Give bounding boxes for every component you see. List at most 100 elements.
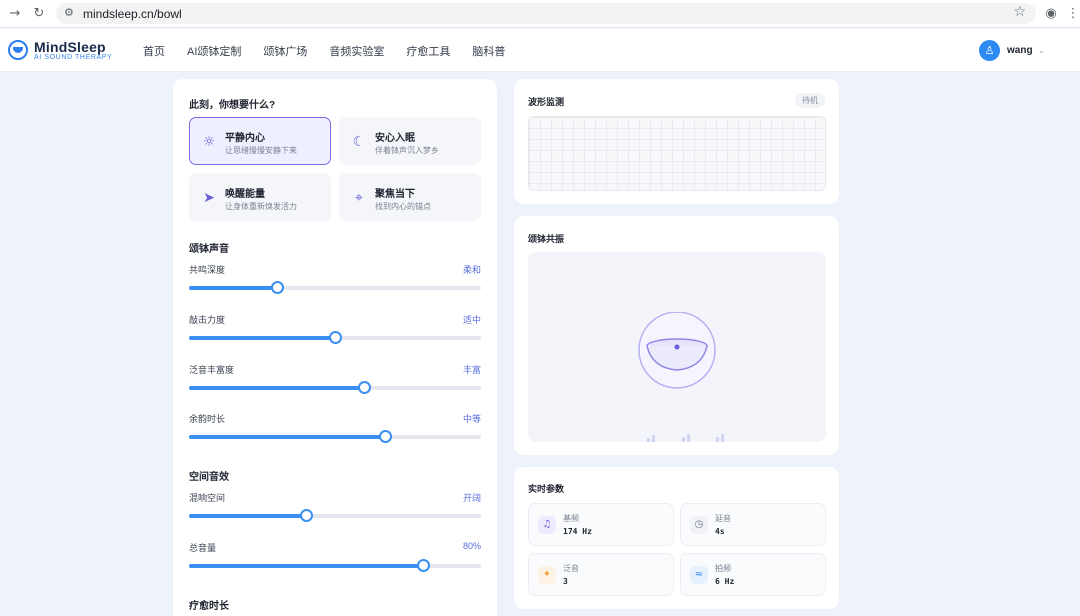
mood-option-focus[interactable]: ⌖ 聚焦当下 找到内心的锚点 xyxy=(339,173,481,221)
sparkle-icon: ✦ xyxy=(538,566,556,584)
singing-bowl-icon xyxy=(638,312,716,389)
section-title-spatial: 空间音效 xyxy=(189,472,229,483)
section-title-duration: 疗愈时长 xyxy=(189,601,229,612)
mood-question: 此刻，你想要什么? xyxy=(189,100,276,111)
param-beat-frequency: ≈ 拍频 6 Hz xyxy=(680,553,826,596)
slider-thumb[interactable] xyxy=(416,559,430,572)
slider-label: 余韵时长 xyxy=(189,414,226,424)
more-menu-icon[interactable]: ⋮ xyxy=(1064,5,1080,23)
slider-track[interactable] xyxy=(189,331,481,344)
brand-name: MindSleep xyxy=(34,39,106,55)
mood-option-calm[interactable]: ☼ 平静内心 让思绪慢慢安静下来 xyxy=(189,117,331,165)
param-label: 泛音 xyxy=(563,564,579,573)
slider-label: 总音量 xyxy=(189,543,217,553)
sun-icon: ☼ xyxy=(202,134,216,150)
music-note-icon: ♫ xyxy=(538,516,556,534)
mood-subtitle: 伴着钵声沉入梦乡 xyxy=(375,146,439,155)
forward-icon[interactable]: → xyxy=(6,5,24,23)
param-value: 4s xyxy=(715,527,725,536)
wave-icon: ≈ xyxy=(690,566,708,584)
slider-label: 敲击力度 xyxy=(189,315,226,325)
slider-fill xyxy=(189,564,423,568)
spectrum-bar xyxy=(716,437,719,442)
crosshair-icon: ⌖ xyxy=(355,190,363,206)
resonance-visual xyxy=(528,252,826,442)
param-value: 3 xyxy=(563,577,568,586)
param-value: 174 Hz xyxy=(563,527,592,536)
spectrum-bar xyxy=(647,438,650,442)
waveform-monitor-card: 波形监测 待机 xyxy=(514,79,839,204)
param-label: 延音 xyxy=(715,514,731,523)
nav-home[interactable]: 首页 xyxy=(143,43,165,59)
slider-thumb[interactable] xyxy=(358,381,372,394)
reload-icon[interactable]: ↻ xyxy=(30,5,48,23)
resonance-title: 颂钵共振 xyxy=(528,234,565,244)
nav-healing-tools[interactable]: 疗愈工具 xyxy=(406,43,450,59)
slider-track[interactable] xyxy=(189,509,481,522)
status-badge: 待机 xyxy=(795,93,825,108)
slider-fill xyxy=(189,286,277,290)
browser-toolbar: → ↻ ⚙ mindsleep.cn/bowl ☆ ◉ ⋮ xyxy=(0,0,1080,28)
app-header: MindSleep AI SOUND THERAPY 首页 AI颂钵定制 颂钵广… xyxy=(0,29,1080,72)
logo-icon xyxy=(8,40,28,60)
slider-master-volume[interactable]: 总音量 80% xyxy=(189,541,481,577)
profile-icon[interactable]: ◉ xyxy=(1042,5,1060,23)
chevron-down-icon: ⌄ xyxy=(1037,45,1046,56)
address-bar[interactable]: ⚙ mindsleep.cn/bowl ☆ xyxy=(56,3,1036,24)
timer-icon: ◷ xyxy=(690,516,708,534)
slider-value: 80% xyxy=(462,541,481,551)
slider-fill xyxy=(189,435,385,439)
spectrum-bar xyxy=(682,437,685,442)
slider-overtone-richness[interactable]: 泛音丰富度 丰富 xyxy=(189,363,481,399)
slider-value: 开阔 xyxy=(462,493,481,503)
user-name: wang xyxy=(1007,45,1033,56)
nav-bowl-square[interactable]: 颂钵广场 xyxy=(263,43,307,59)
mood-option-energy[interactable]: ➤ 唤醒能量 让身体重新焕发活力 xyxy=(189,173,331,221)
slider-fill xyxy=(189,514,306,518)
slider-reverb-space[interactable]: 混响空间 开阔 xyxy=(189,491,481,527)
slider-track[interactable] xyxy=(189,559,481,572)
avatar[interactable]: ♙ xyxy=(979,40,1000,61)
param-value: 6 Hz xyxy=(715,577,735,586)
slider-track[interactable] xyxy=(189,281,481,294)
slider-strike-force[interactable]: 敲击力度 适中 xyxy=(189,313,481,349)
slider-resonance-depth[interactable]: 共鸣深度 柔和 xyxy=(189,263,481,299)
realtime-params-card: 实时参数 ♫ 基频 174 Hz ◷ 延音 4s ✦ 泛音 3 ≈ 拍频 6 H… xyxy=(514,467,839,609)
slider-thumb[interactable] xyxy=(270,281,284,294)
mood-option-sleep[interactable]: ☾ 安心入眠 伴着钵声沉入梦乡 xyxy=(339,117,481,165)
user-menu[interactable]: ♙ wang ⌄ xyxy=(979,40,1045,61)
spectrum-bar xyxy=(687,434,690,442)
brand-tagline: AI SOUND THERAPY xyxy=(34,54,113,61)
spectrum-bar xyxy=(652,435,655,442)
slider-label: 混响空间 xyxy=(189,493,226,503)
mood-subtitle: 找到内心的锚点 xyxy=(375,202,431,211)
slider-track[interactable] xyxy=(189,430,481,443)
bookmark-star-icon[interactable]: ☆ xyxy=(1013,4,1026,20)
slider-value: 丰富 xyxy=(462,365,481,375)
nav-brain-science[interactable]: 脑科普 xyxy=(472,43,505,59)
config-panel: 此刻，你想要什么? ☼ 平静内心 让思绪慢慢安静下来 ☾ 安心入眠 伴着钵声沉入… xyxy=(173,79,497,616)
slider-decay-length[interactable]: 余韵时长 中等 xyxy=(189,412,481,448)
slider-track[interactable] xyxy=(189,381,481,394)
slider-value: 适中 xyxy=(462,315,481,325)
slider-fill xyxy=(189,336,335,340)
moon-icon: ☾ xyxy=(352,134,366,150)
param-base-frequency: ♫ 基频 174 Hz xyxy=(528,503,674,546)
slider-thumb[interactable] xyxy=(299,509,313,522)
nav-ai-bowl-custom[interactable]: AI颂钵定制 xyxy=(187,43,241,59)
waveform-title: 波形监测 xyxy=(528,97,565,107)
mood-title: 安心入眠 xyxy=(375,133,415,144)
slider-fill xyxy=(189,386,365,390)
slider-label: 泛音丰富度 xyxy=(189,365,235,375)
slider-thumb[interactable] xyxy=(378,430,392,443)
param-overtones: ✦ 泛音 3 xyxy=(528,553,674,596)
slider-value: 柔和 xyxy=(462,265,481,275)
waveform-grid xyxy=(528,116,826,191)
param-label: 基频 xyxy=(563,514,579,523)
paper-plane-icon: ➤ xyxy=(203,190,215,206)
site-settings-icon[interactable]: ⚙ xyxy=(64,6,74,19)
slider-value: 中等 xyxy=(462,414,481,424)
mood-subtitle: 让思绪慢慢安静下来 xyxy=(225,146,297,155)
nav-audio-lab[interactable]: 音频实验室 xyxy=(329,43,384,59)
slider-thumb[interactable] xyxy=(329,331,342,344)
